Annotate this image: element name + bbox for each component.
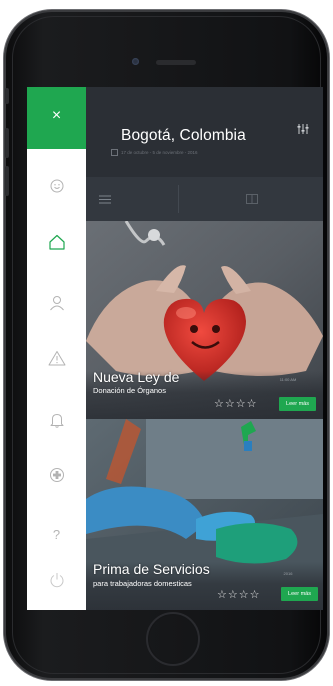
volume-down-button xyxy=(5,166,9,196)
help-icon: ? xyxy=(52,526,61,542)
sidebar-item-user[interactable] xyxy=(27,283,86,323)
sidebar-item-notifications[interactable] xyxy=(27,400,86,440)
star-icon[interactable]: ☆ xyxy=(239,590,249,601)
star-icon[interactable]: ☆ xyxy=(247,399,257,410)
sidebar-item-home[interactable] xyxy=(27,222,86,262)
star-icon[interactable]: ☆ xyxy=(236,399,246,410)
card-view-icon[interactable] xyxy=(246,194,258,204)
bell-icon xyxy=(50,414,63,428)
app-screen: × ? Bogotá, Colombia 17 de octubre - 5 d… xyxy=(27,87,323,610)
card-title: Nueva Ley de xyxy=(93,369,180,385)
star-icon[interactable]: ☆ xyxy=(250,590,260,601)
read-more-button[interactable]: Leer más xyxy=(281,587,318,601)
list-view-icon[interactable] xyxy=(99,195,111,204)
home-icon xyxy=(48,234,65,250)
power-icon xyxy=(50,573,63,588)
rating-stars[interactable]: ☆ ☆ ☆ ☆ xyxy=(217,590,260,601)
sidebar-item-warning[interactable] xyxy=(27,338,86,378)
read-more-button[interactable]: Leer más xyxy=(279,397,316,411)
earpiece-speaker xyxy=(156,60,196,65)
warning-icon xyxy=(48,351,65,366)
user-icon xyxy=(49,296,64,311)
app-header: Bogotá, Colombia 17 de octubre - 5 de no… xyxy=(86,87,323,177)
date-range[interactable]: 17 de octubre - 5 de noviembre - 2016 xyxy=(111,149,198,156)
news-card[interactable]: Nueva Ley de Donación de Órganos 11:00 A… xyxy=(86,221,323,419)
star-icon[interactable]: ☆ xyxy=(217,590,227,601)
close-menu-button[interactable]: × xyxy=(27,87,86,149)
card-subtitle: para trabajadoras domesticas xyxy=(93,579,192,588)
card-title: Prima de Servicios xyxy=(93,561,210,577)
card-subtitle: Donación de Órganos xyxy=(93,386,166,395)
home-button[interactable] xyxy=(146,612,200,666)
filter-icon[interactable] xyxy=(297,123,309,135)
star-icon[interactable]: ☆ xyxy=(214,399,224,410)
star-icon[interactable]: ☆ xyxy=(228,590,238,601)
card-meta: 2016 xyxy=(283,571,293,576)
city-title: Bogotá, Colombia xyxy=(121,127,246,144)
sidebar-item-smiley[interactable] xyxy=(27,166,86,206)
sidebar-item-logout[interactable] xyxy=(27,560,86,600)
card-meta: 11:00 AM xyxy=(279,377,297,382)
news-card[interactable]: Prima de Servicios para trabajadoras dom… xyxy=(86,419,323,610)
view-toolbar xyxy=(86,177,323,221)
calendar-icon xyxy=(111,149,118,156)
volume-up-button xyxy=(5,128,9,158)
close-icon: × xyxy=(51,107,62,124)
sidebar: × ? xyxy=(27,87,86,610)
smiley-icon xyxy=(50,179,63,193)
plus-circle-icon xyxy=(49,468,64,482)
sidebar-item-help[interactable]: ? xyxy=(27,514,86,554)
toolbar-divider xyxy=(178,185,179,213)
sidebar-item-health[interactable] xyxy=(27,455,86,495)
front-camera xyxy=(132,58,139,65)
date-range-text: 17 de octubre - 5 de noviembre - 2016 xyxy=(121,150,198,155)
mute-switch xyxy=(5,88,9,104)
rating-stars[interactable]: ☆ ☆ ☆ ☆ xyxy=(214,399,257,410)
star-icon[interactable]: ☆ xyxy=(225,399,235,410)
